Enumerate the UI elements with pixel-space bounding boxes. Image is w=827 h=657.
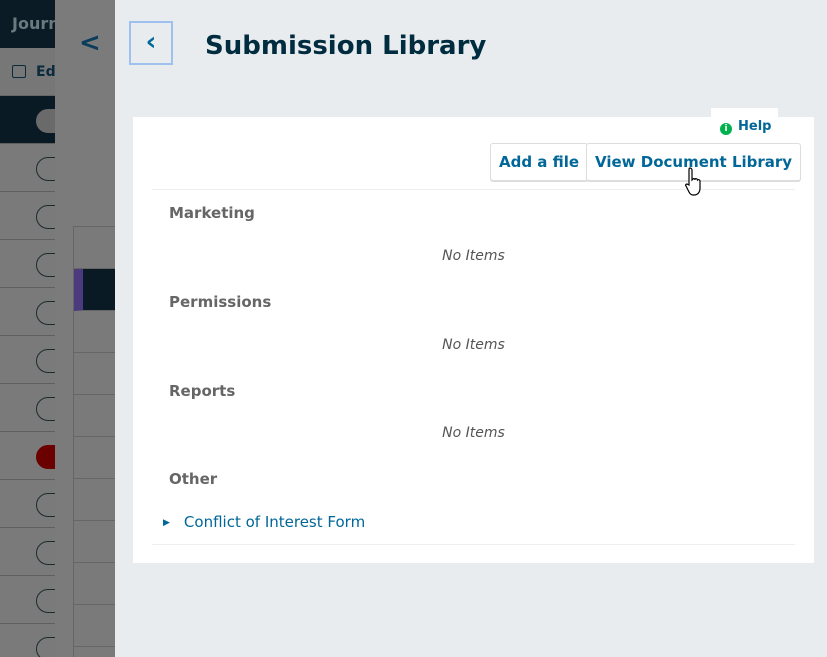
background-row	[0, 432, 66, 480]
background-row	[0, 528, 66, 576]
file-link[interactable]: Conflict of Interest Form	[184, 513, 365, 531]
divider	[152, 544, 795, 545]
background-row	[0, 480, 66, 528]
chevron-left-icon: ‹	[145, 27, 157, 57]
background-row	[0, 144, 66, 192]
hand-cursor-icon	[684, 167, 701, 196]
background-row	[0, 240, 66, 288]
add-file-button[interactable]: Add a file	[490, 143, 589, 181]
help-button[interactable]: i Help	[711, 108, 778, 142]
grid-icon	[12, 65, 26, 78]
library-panel: Add a file View Document Library Marketi…	[133, 117, 814, 563]
file-item[interactable]: ▶ Conflict of Interest Form	[163, 513, 365, 531]
background-row	[0, 576, 66, 624]
background-row	[0, 96, 66, 144]
page-title: Submission Library	[205, 31, 487, 61]
category-heading: Permissions	[169, 293, 272, 311]
info-icon: i	[720, 123, 732, 135]
background-row	[0, 288, 66, 336]
empty-message: No Items	[442, 248, 505, 264]
expand-triangle-icon[interactable]: ▶	[163, 518, 170, 528]
background-nav-item: Ed	[0, 48, 56, 96]
submission-library-modal: ‹ Submission Library Add a file View Doc…	[115, 0, 827, 657]
background-row	[0, 336, 66, 384]
background-panel	[73, 226, 115, 657]
empty-message: No Items	[442, 337, 505, 353]
background-row	[0, 192, 66, 240]
background-row	[0, 384, 66, 432]
category-heading: Reports	[169, 382, 236, 400]
chevron-left-icon: <	[79, 28, 101, 58]
category-heading: Marketing	[169, 204, 255, 222]
category-heading: Other	[169, 470, 218, 488]
background-row	[0, 624, 66, 657]
back-button[interactable]: ‹	[129, 21, 173, 65]
empty-message: No Items	[442, 425, 505, 441]
